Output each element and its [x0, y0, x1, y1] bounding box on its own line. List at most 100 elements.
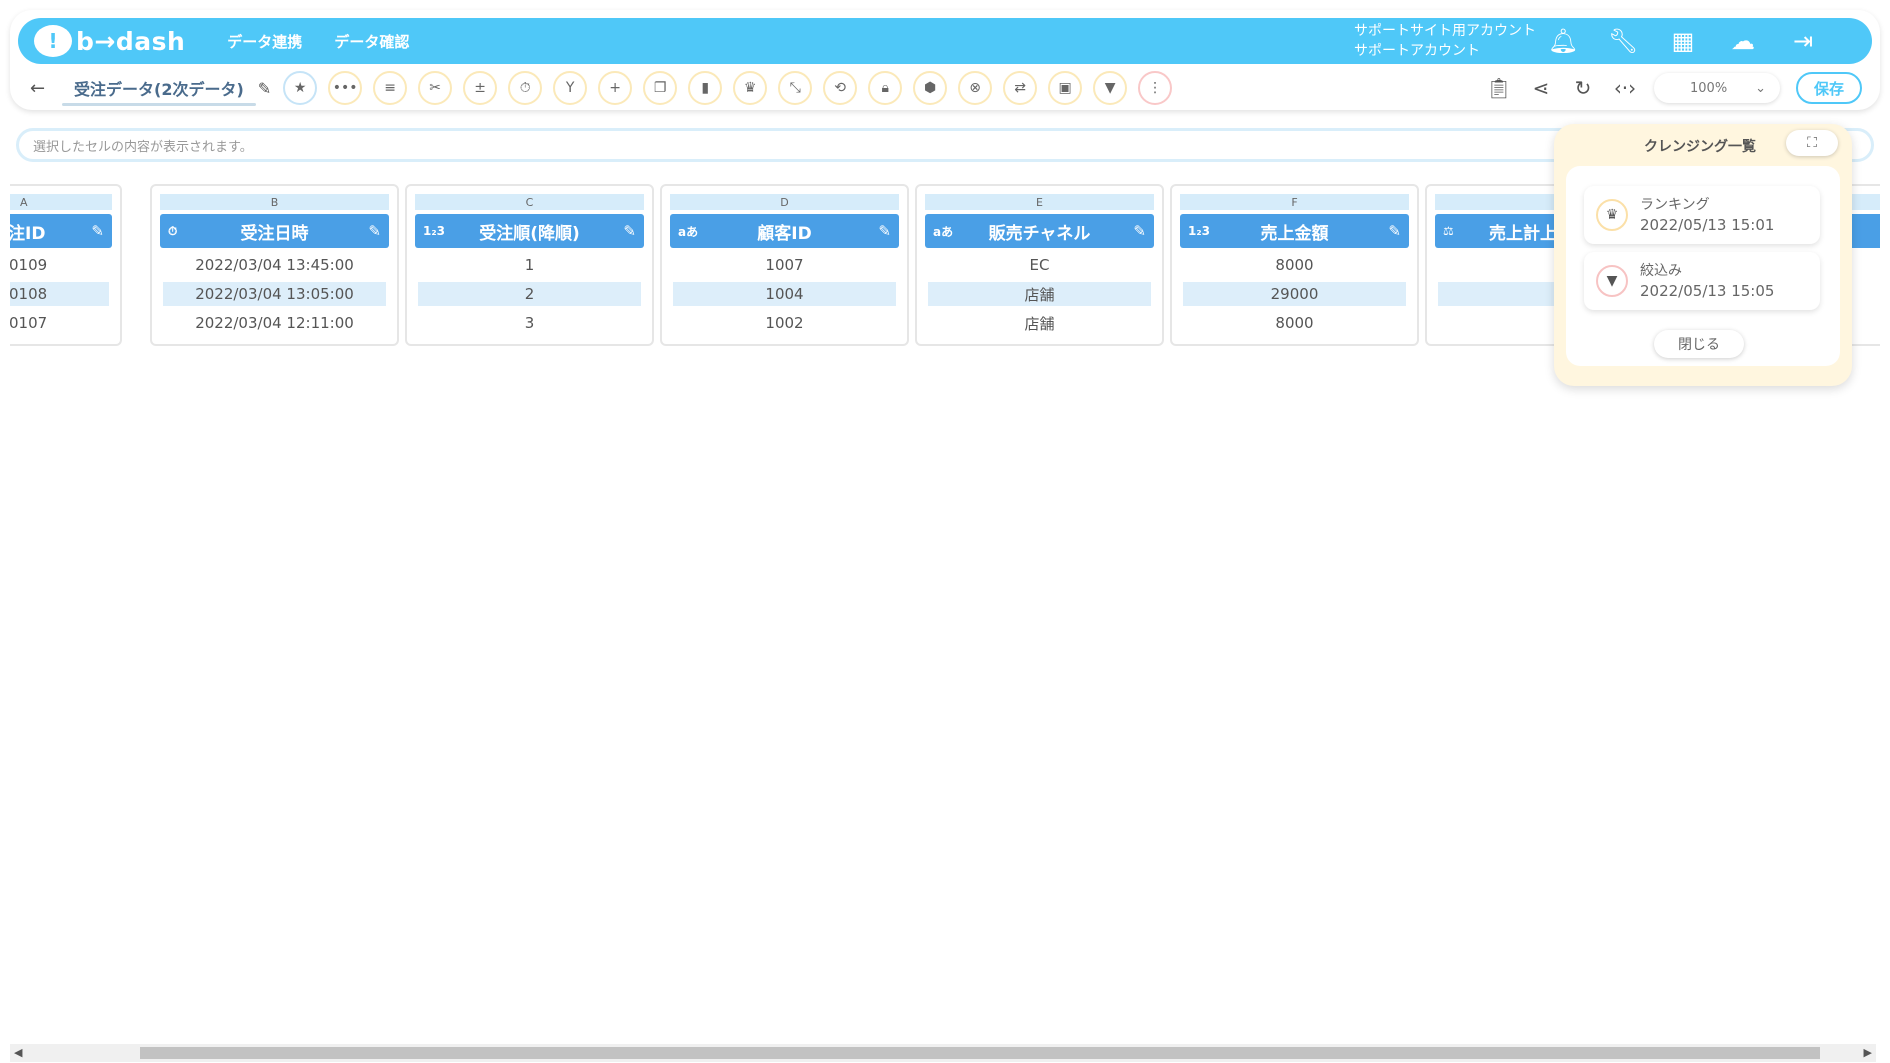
history-icon[interactable]: ↻	[1570, 76, 1596, 100]
panel-title: クレンジング一覧	[1644, 139, 1756, 155]
nav-data-integration[interactable]: データ連携	[227, 31, 302, 52]
table-cell[interactable]: 2022/03/04 13:45:00	[163, 253, 386, 277]
history-item-ranking[interactable]: ♛ ランキング 2022/05/13 15:01	[1584, 186, 1820, 244]
add-icon[interactable]: +	[598, 71, 633, 105]
zoom-value: 100%	[1690, 80, 1728, 96]
boolean-type-icon: ⚖	[1443, 224, 1454, 238]
timer-type-icon: ⏱	[168, 223, 178, 238]
cell-content-placeholder: 選択したセルの内容が表示されます。	[33, 139, 253, 155]
branch-icon[interactable]: Y	[553, 71, 588, 105]
column-f[interactable]: F 1₂3 売上金額 ✎ 8000 29000 8000	[1170, 184, 1419, 346]
table-cell[interactable]: 2022/03/04 13:05:00	[163, 282, 386, 306]
editor-toolbar: ← 受注データ(2次データ) ✎ ★ ••• ≡ ✂ ± ⏱ Y + ❐ ▮ ♛…	[30, 70, 1870, 106]
pencil-icon[interactable]: ✎	[1388, 222, 1401, 240]
apps-grid-icon[interactable]: ▦	[1666, 24, 1700, 58]
mascot-icon[interactable]: ☁	[1726, 24, 1760, 58]
text-lines-icon[interactable]: ≡	[373, 71, 408, 105]
table-cell[interactable]: 8000	[1183, 253, 1406, 277]
table-cell[interactable]: 1	[418, 253, 641, 277]
column-header[interactable]: 1₂3 受注順(降順) ✎	[415, 214, 644, 248]
copy-icon[interactable]: ❐	[643, 71, 678, 105]
crown-icon[interactable]: ♛	[733, 71, 768, 105]
wrench-icon[interactable]: 🔧︎	[1606, 24, 1640, 58]
back-arrow-icon[interactable]: ←	[30, 78, 52, 99]
number-type-icon: 1₂3	[1188, 224, 1210, 238]
table-cell[interactable]: 店舗	[928, 311, 1151, 335]
account-org: サポートサイト用アカウント	[1354, 23, 1536, 39]
column-header[interactable]: aあ 顧客ID ✎	[670, 214, 899, 248]
pencil-icon[interactable]: ✎	[878, 222, 891, 240]
calculate-icon[interactable]: ±	[463, 71, 498, 105]
column-header[interactable]: aあ 販売チャネル ✎	[925, 214, 1154, 248]
tools-cross-icon[interactable]: ✂	[418, 71, 453, 105]
more-icon[interactable]: •••	[328, 71, 363, 105]
filter-icon[interactable]: ▼	[1093, 71, 1128, 105]
convert-icon[interactable]: ⇄	[1003, 71, 1038, 105]
save-button[interactable]: 保存	[1796, 72, 1862, 104]
column-header[interactable]: 1₂3 売上金額 ✎	[1180, 214, 1409, 248]
pencil-icon[interactable]: ✎	[91, 222, 104, 240]
pencil-icon[interactable]: ✎	[368, 222, 381, 240]
table-cell[interactable]: 0108	[10, 282, 109, 306]
nav-data-confirmation[interactable]: データ確認	[334, 31, 409, 52]
share-icon[interactable]: ⋖	[1528, 76, 1554, 100]
top-nav: データ連携 データ確認	[227, 31, 409, 52]
logout-icon[interactable]: ⇥	[1786, 24, 1820, 58]
delete-icon[interactable]: ▮	[688, 71, 723, 105]
column-letter: D	[670, 194, 899, 210]
cancel-circle-icon[interactable]: ⊗	[958, 71, 993, 105]
history-item-filter[interactable]: ▼ 絞込み 2022/05/13 15:05	[1584, 252, 1820, 310]
table-cell[interactable]: 1007	[673, 253, 896, 277]
edit-title-icon[interactable]: ✎	[258, 79, 271, 98]
repeat-icon[interactable]: ⟲	[823, 71, 858, 105]
account-info[interactable]: サポートサイト用アカウント サポートアカウント	[1354, 21, 1536, 61]
account-user: サポートアカウント	[1354, 43, 1480, 59]
box-icon[interactable]: ▣	[1048, 71, 1083, 105]
history-item-name: ランキング	[1640, 197, 1710, 213]
table-cell[interactable]: EC	[928, 253, 1151, 277]
pencil-icon[interactable]: ✎	[623, 222, 636, 240]
pencil-icon[interactable]: ✎	[1133, 222, 1146, 240]
brand-logo[interactable]: ! b→dash	[34, 25, 185, 57]
scroll-right-icon[interactable]: ▶	[1864, 1046, 1872, 1059]
document-title[interactable]: 受注データ(2次データ)	[62, 76, 256, 106]
table-cell[interactable]: 2	[418, 282, 641, 306]
table-cell[interactable]: 1004	[673, 282, 896, 306]
table-cell[interactable]: 0109	[10, 253, 109, 277]
scroll-left-icon[interactable]: ◀	[14, 1046, 22, 1059]
package-icon[interactable]: ⬢	[913, 71, 948, 105]
expand-fullscreen-icon[interactable]: ⛶	[1786, 130, 1838, 156]
table-cell[interactable]: 8000	[1183, 311, 1406, 335]
column-e[interactable]: E aあ 販売チャネル ✎ EC 店舗 店舗	[915, 184, 1164, 346]
column-b[interactable]: B ⏱ 受注日時 ✎ 2022/03/04 13:45:00 2022/03/0…	[150, 184, 399, 346]
column-d[interactable]: D aあ 顧客ID ✎ 1007 1004 1002	[660, 184, 909, 346]
column-letter: A	[10, 194, 112, 210]
column-a[interactable]: A 注ID ✎ 0109 0108 0107	[10, 184, 122, 346]
column-header[interactable]: 注ID ✎	[10, 214, 112, 248]
clipboard-icon[interactable]: 📋︎	[1486, 76, 1512, 100]
grid-pattern-icon[interactable]: ⋮	[1138, 71, 1173, 105]
column-header-label: 受注日時	[240, 223, 309, 244]
expand-icon[interactable]: ⤡	[778, 71, 813, 105]
code-icon[interactable]: ‹·›	[1612, 76, 1638, 100]
table-cell[interactable]: 29000	[1183, 282, 1406, 306]
column-letter: C	[415, 194, 644, 210]
timer-icon[interactable]: ⏱	[508, 71, 543, 105]
lock-icon[interactable]: 🔒︎	[868, 71, 903, 105]
horizontal-scrollbar[interactable]: ◀ ▶	[10, 1044, 1876, 1062]
favorite-star-icon[interactable]: ★	[283, 71, 318, 105]
column-header-label: 売上金額	[1260, 223, 1329, 244]
column-c[interactable]: C 1₂3 受注順(降順) ✎ 1 2 3	[405, 184, 654, 346]
bell-icon[interactable]: 🔔︎	[1546, 24, 1580, 58]
close-button[interactable]: 閉じる	[1654, 330, 1744, 358]
column-letter: F	[1180, 194, 1409, 210]
top-icons: 🔔︎ 🔧︎ ▦ ☁ ⇥	[1546, 24, 1820, 58]
table-cell[interactable]: 2022/03/04 12:11:00	[163, 311, 386, 335]
column-header[interactable]: ⏱ 受注日時 ✎	[160, 214, 389, 248]
table-cell[interactable]: 0107	[10, 311, 109, 335]
table-cell[interactable]: 3	[418, 311, 641, 335]
table-cell[interactable]: 店舗	[928, 282, 1151, 306]
zoom-select[interactable]: 100% ⌄	[1654, 73, 1780, 103]
table-cell[interactable]: 1002	[673, 311, 896, 335]
scrollbar-thumb[interactable]	[140, 1047, 1820, 1059]
